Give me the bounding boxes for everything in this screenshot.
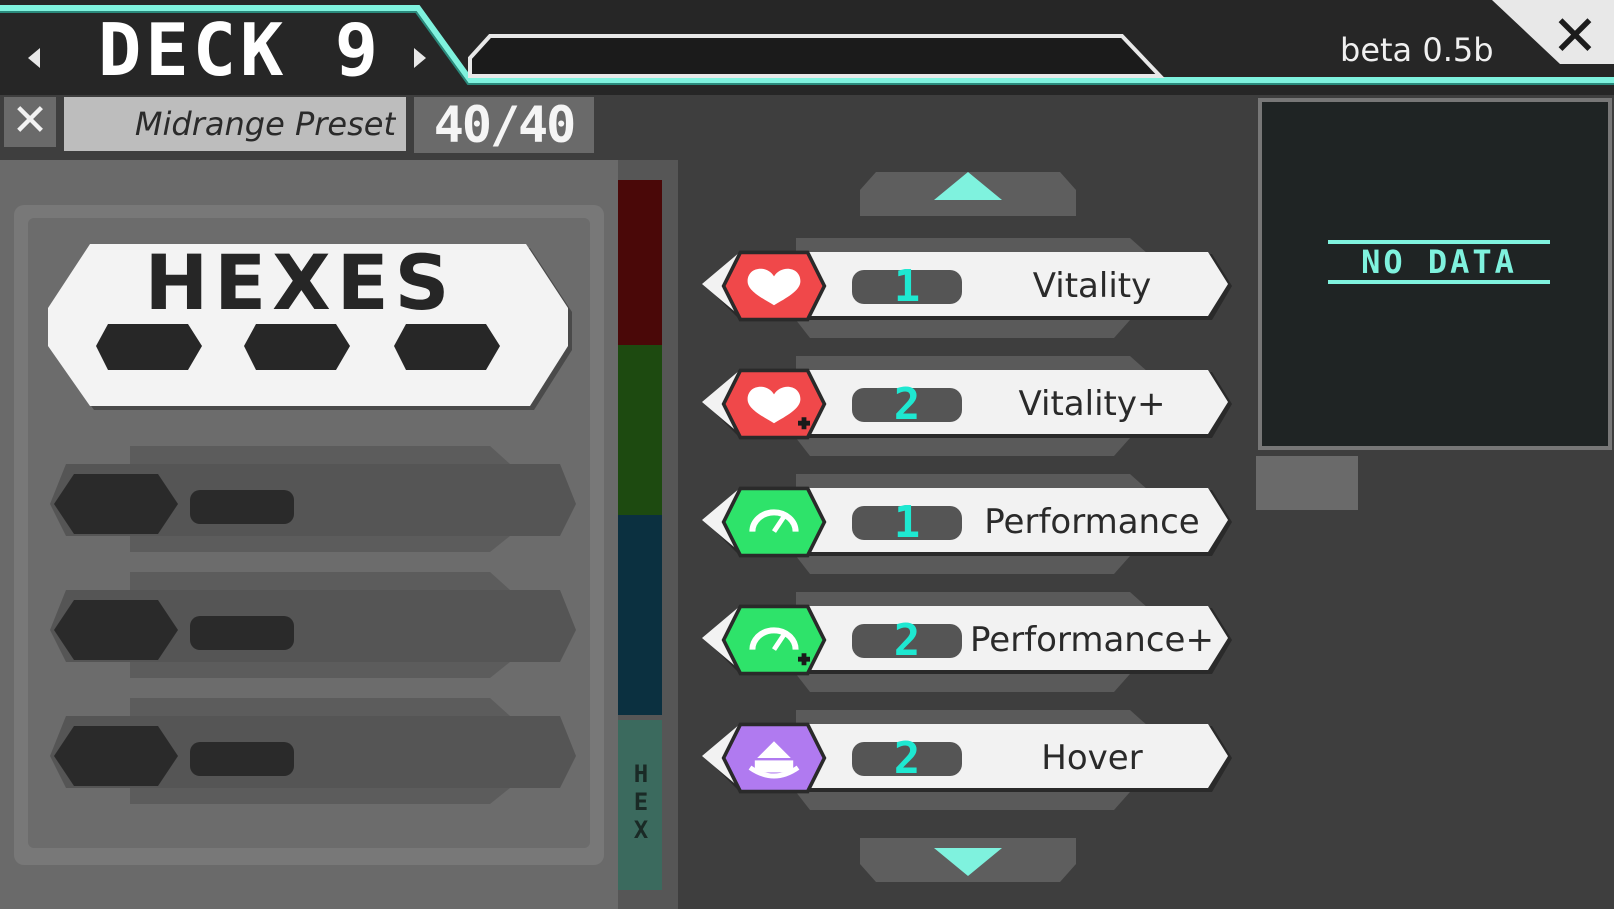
scroll-down-button[interactable] <box>856 834 1080 890</box>
card-copies: 2 <box>893 379 921 430</box>
deck-title: DECK 9 <box>98 8 383 92</box>
hex-slot-row[interactable] <box>40 440 580 562</box>
card-copies: 2 <box>893 615 921 666</box>
hex-slot-3[interactable] <box>394 322 502 370</box>
version-label: beta 0.5b <box>1340 31 1494 69</box>
tab-blue[interactable] <box>618 515 662 715</box>
tab-green[interactable] <box>618 345 662 525</box>
tab-hex-char: HEX <box>627 760 655 844</box>
no-data-label: NO DATA <box>1328 240 1550 284</box>
card-row[interactable]: 1 Performance <box>700 470 1240 582</box>
card-name: Hover <box>1041 738 1143 778</box>
tab-hex-label: HEX <box>627 760 655 844</box>
info-tab-button[interactable] <box>1256 456 1358 510</box>
card-copies: 1 <box>893 261 921 312</box>
close-icon[interactable]: ✕ <box>1550 9 1600 65</box>
card-name: Performance+ <box>970 620 1214 660</box>
heart-plus-icon <box>714 368 834 444</box>
gauge-plus-icon <box>714 604 834 680</box>
card-count: 40/40 <box>414 97 594 153</box>
chevron-right-icon[interactable] <box>414 48 426 68</box>
hex-slot-row[interactable] <box>40 566 580 688</box>
card-copies: 2 <box>893 733 921 784</box>
deck-name-field[interactable] <box>64 97 406 151</box>
card-row[interactable]: 2 Hover <box>700 706 1240 818</box>
card-name: Vitality+ <box>1018 384 1166 424</box>
hexes-title: HEXES <box>144 238 456 327</box>
status-box <box>480 40 1120 74</box>
card-row[interactable]: 2 Vitality+ <box>700 352 1240 464</box>
card-name: Performance <box>984 502 1200 542</box>
card-row[interactable]: 1 Vitality <box>700 234 1240 346</box>
heart-icon <box>714 250 834 326</box>
clear-name-button[interactable]: ✕ <box>4 97 56 147</box>
scroll-up-button[interactable] <box>856 162 1080 218</box>
card-name: Vitality <box>1032 266 1152 306</box>
hover-icon <box>714 722 834 798</box>
tab-red[interactable] <box>618 180 662 360</box>
gauge-icon <box>714 486 834 562</box>
hex-slot-row[interactable] <box>40 692 580 814</box>
chevron-left-icon[interactable] <box>28 48 40 68</box>
hex-slot-1[interactable] <box>96 322 204 370</box>
card-copies: 1 <box>893 497 921 548</box>
hex-slot-2[interactable] <box>244 322 352 370</box>
card-row[interactable]: 2 Performance+ <box>700 588 1240 700</box>
